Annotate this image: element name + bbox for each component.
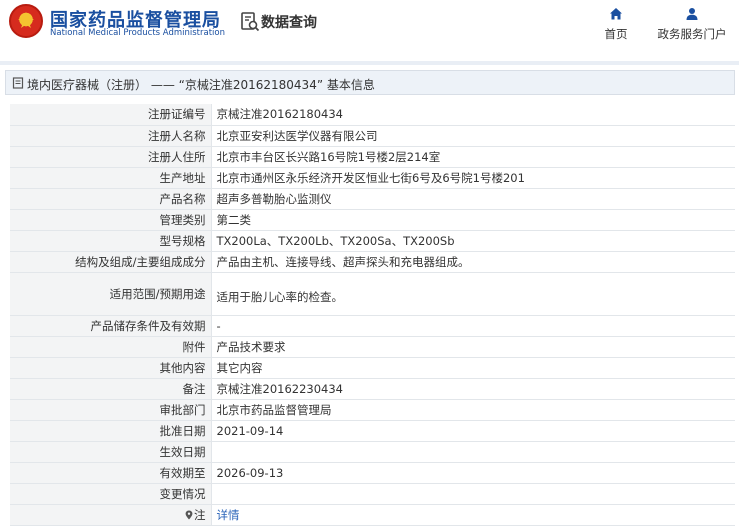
row-value <box>211 441 735 463</box>
detail-table: 注册证编号 京械注准20162180434 注册人名称 北京亚安利达医学仪器有限… <box>10 104 735 526</box>
row-value: 适用于胎儿心率的检查。 <box>211 272 735 316</box>
note-row-label: 注 <box>10 504 212 526</box>
table-row: 附件 产品技术要求 <box>10 336 735 358</box>
user-icon <box>686 8 698 20</box>
row-value: 第二类 <box>211 209 735 231</box>
nav-gov-service-label: 政务服务门户 <box>657 27 727 41</box>
data-query-icon <box>241 12 260 32</box>
emblem-star-icon <box>18 13 34 28</box>
row-label: 产品储存条件及有效期 <box>10 315 212 337</box>
details-link[interactable]: 详情 <box>217 508 240 522</box>
row-label: 有效期至 <box>10 462 212 484</box>
table-row: 型号规格 TX200La、TX200Lb、TX200Sa、TX200Sb <box>10 230 735 252</box>
row-label: 管理类别 <box>10 209 212 231</box>
site-header: 国家药品监督管理局 National Medical Products Admi… <box>0 0 739 56</box>
row-value: 北京市丰台区长兴路16号院1号楼2层214室 <box>211 146 735 168</box>
row-value: 京械注准20162230434 <box>211 378 735 400</box>
row-value: 产品由主机、连接导线、超声探头和充电器组成。 <box>211 251 735 273</box>
table-row: 变更情况 <box>10 483 735 505</box>
row-value: 其它内容 <box>211 357 735 379</box>
row-value: 北京市药品监督管理局 <box>211 399 735 421</box>
table-row: 审批部门 北京市药品监督管理局 <box>10 399 735 421</box>
row-label: 型号规格 <box>10 230 212 252</box>
section-title: 数据查询 <box>261 15 317 31</box>
home-icon <box>610 8 622 20</box>
header-divider <box>0 61 739 65</box>
table-row: 管理类别 第二类 <box>10 209 735 231</box>
row-value: - <box>211 315 735 337</box>
table-row: 产品储存条件及有效期 - <box>10 315 735 337</box>
national-emblem-logo <box>9 4 43 38</box>
row-value: 产品技术要求 <box>211 336 735 358</box>
nav-home-link[interactable]: 首页 <box>598 6 634 46</box>
breadcrumb-text: 境内医疗器械（注册） —— “京械注准20162180434” 基本信息 <box>27 78 375 92</box>
document-icon <box>12 77 24 89</box>
table-row: 产品名称 超声多普勒胎心监测仪 <box>10 188 735 210</box>
row-label: 注册人住所 <box>10 146 212 168</box>
row-value: 2026-09-13 <box>211 462 735 484</box>
row-label: 生产地址 <box>10 167 212 189</box>
nav-gov-service-link[interactable]: 政务服务门户 <box>654 6 730 46</box>
table-row: 注 详情 <box>10 504 735 526</box>
row-value: 京械注准20162180434 <box>211 104 735 126</box>
table-row: 生产地址 北京市通州区永乐经济开发区恒业七街6号及6号院1号楼201 <box>10 167 735 189</box>
table-row: 有效期至 2026-09-13 <box>10 462 735 484</box>
row-label: 适用范围/预期用途 <box>10 272 212 316</box>
breadcrumb: 境内医疗器械（注册） —— “京械注准20162180434” 基本信息 <box>5 70 735 95</box>
row-value <box>211 483 735 505</box>
row-label: 注册人名称 <box>10 125 212 147</box>
row-value: 北京亚安利达医学仪器有限公司 <box>211 125 735 147</box>
nav-home-label: 首页 <box>604 27 628 41</box>
note-label: 注 <box>194 507 206 522</box>
table-row: 生效日期 <box>10 441 735 463</box>
row-label: 备注 <box>10 378 212 400</box>
table-row: 注册人住所 北京市丰台区长兴路16号院1号楼2层214室 <box>10 146 735 168</box>
row-label: 注册证编号 <box>10 104 212 126</box>
row-label: 附件 <box>10 336 212 358</box>
row-label: 产品名称 <box>10 188 212 210</box>
row-value: 北京市通州区永乐经济开发区恒业七街6号及6号院1号楼201 <box>211 167 735 189</box>
row-value: TX200La、TX200Lb、TX200Sa、TX200Sb <box>211 230 735 252</box>
table-row: 批准日期 2021-09-14 <box>10 420 735 442</box>
site-name-en[interactable]: National Medical Products Administration <box>50 28 225 38</box>
table-row: 注册人名称 北京亚安利达医学仪器有限公司 <box>10 125 735 147</box>
row-value: 2021-09-14 <box>211 420 735 442</box>
row-label: 其他内容 <box>10 357 212 379</box>
table-row: 适用范围/预期用途 适用于胎儿心率的检查。 <box>10 272 735 316</box>
row-label: 生效日期 <box>10 441 212 463</box>
table-row: 其他内容 其它内容 <box>10 357 735 379</box>
row-label: 批准日期 <box>10 420 212 442</box>
table-row: 结构及组成/主要组成成分 产品由主机、连接导线、超声探头和充电器组成。 <box>10 251 735 273</box>
table-row: 注册证编号 京械注准20162180434 <box>10 104 735 126</box>
row-label: 结构及组成/主要组成成分 <box>10 251 212 273</box>
location-pin-icon <box>185 510 193 519</box>
row-value: 超声多普勒胎心监测仪 <box>211 188 735 210</box>
table-row: 备注 京械注准20162230434 <box>10 378 735 400</box>
row-label: 审批部门 <box>10 399 212 421</box>
row-label: 变更情况 <box>10 483 212 505</box>
row-value: 详情 <box>211 504 735 526</box>
